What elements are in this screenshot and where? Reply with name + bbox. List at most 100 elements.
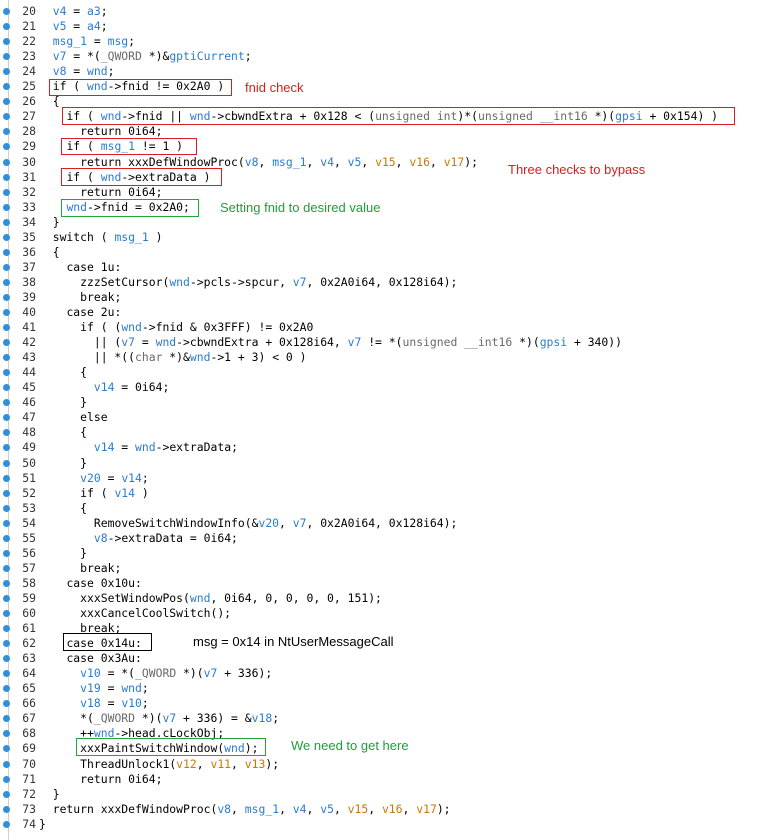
breakpoint-dot-icon[interactable] xyxy=(3,369,10,377)
code-line[interactable]: 49 v14 = wnd->extraData; xyxy=(0,440,780,455)
code-line[interactable]: 40 case 2u: xyxy=(0,305,780,320)
code-line[interactable]: 64 v10 = *(_QWORD *)(v7 + 336); xyxy=(0,666,780,681)
code-line[interactable]: 46 } xyxy=(0,395,780,410)
breakpoint-dot-icon[interactable] xyxy=(3,640,10,648)
code-line[interactable]: 63 case 0x3Au: xyxy=(0,651,780,666)
breakpoint-dot-icon[interactable] xyxy=(3,820,10,828)
breakpoint-dot-icon[interactable] xyxy=(3,384,10,392)
breakpoint-dot-icon[interactable] xyxy=(3,564,10,572)
breakpoint-dot-icon[interactable] xyxy=(3,519,10,527)
code-line[interactable]: 57 break; xyxy=(0,561,780,576)
breakpoint-dot-icon[interactable] xyxy=(3,8,10,15)
breakpoint-dot-icon[interactable] xyxy=(3,233,10,241)
code-line[interactable]: 37 case 1u: xyxy=(0,260,780,275)
breakpoint-dot-icon[interactable] xyxy=(3,23,10,31)
code-line[interactable]: 70 ThreadUnlock1(v12, v11, v13); xyxy=(0,757,780,772)
breakpoint-dot-icon[interactable] xyxy=(3,399,10,407)
code-line[interactable]: 39 break; xyxy=(0,290,780,305)
code-line[interactable]: 67 *(_QWORD *)(v7 + 336) = &v18; xyxy=(0,711,780,726)
breakpoint-dot-icon[interactable] xyxy=(3,489,10,497)
breakpoint-dot-icon[interactable] xyxy=(3,760,10,768)
line-number: 38 xyxy=(22,274,36,289)
code-line[interactable]: 51 v20 = v14; xyxy=(0,471,780,486)
code-line[interactable]: 54 RemoveSwitchWindowInfo(&v20, v7, 0x2A… xyxy=(0,516,780,531)
code-line[interactable]: 42 || (v7 = wnd->cbwndExtra + 0x128i64, … xyxy=(0,335,780,350)
breakpoint-dot-icon[interactable] xyxy=(3,579,10,587)
line-number: 61 xyxy=(22,621,36,636)
breakpoint-dot-icon[interactable] xyxy=(3,610,10,617)
code-line[interactable]: 35 switch ( msg_1 ) xyxy=(0,230,780,245)
code-line[interactable]: 72 } xyxy=(0,787,780,802)
code-line[interactable]: 48 { xyxy=(0,425,780,440)
code-line[interactable]: 65 v19 = wnd; xyxy=(0,681,780,696)
breakpoint-dot-icon[interactable] xyxy=(3,83,10,91)
code-line[interactable]: 41 if ( (wnd->fnid & 0x3FFF) != 0x2A0 xyxy=(0,320,780,335)
code-line[interactable]: 71 return 0i64; xyxy=(0,772,780,787)
breakpoint-dot-icon[interactable] xyxy=(3,700,10,708)
breakpoint-dot-icon[interactable] xyxy=(3,805,10,813)
code-line[interactable]: 52 if ( v14 ) xyxy=(0,486,780,501)
code-line[interactable]: 53 { xyxy=(0,501,780,516)
breakpoint-dot-icon[interactable] xyxy=(3,263,10,271)
breakpoint-dot-icon[interactable] xyxy=(3,534,10,542)
breakpoint-dot-icon[interactable] xyxy=(3,128,10,136)
code-line[interactable]: 22 msg_1 = msg; xyxy=(0,34,780,49)
breakpoint-dot-icon[interactable] xyxy=(3,158,10,166)
code-line[interactable]: 59 xxxSetWindowPos(wnd, 0i64, 0, 0, 0, 0… xyxy=(0,591,780,606)
code-line[interactable]: 24 v8 = wnd; xyxy=(0,64,780,79)
breakpoint-dot-icon[interactable] xyxy=(3,188,10,196)
breakpoint-dot-icon[interactable] xyxy=(3,745,10,753)
breakpoint-dot-icon[interactable] xyxy=(3,655,10,663)
code-line[interactable]: 50 } xyxy=(0,456,780,471)
breakpoint-dot-icon[interactable] xyxy=(3,414,10,422)
breakpoint-dot-icon[interactable] xyxy=(3,715,10,723)
breakpoint-dot-icon[interactable] xyxy=(3,429,10,437)
breakpoint-dot-icon[interactable] xyxy=(3,113,10,121)
breakpoint-dot-icon[interactable] xyxy=(3,730,10,738)
breakpoint-dot-icon[interactable] xyxy=(3,685,10,693)
code-line[interactable]: 43 || *((char *)&wnd->1 + 3) < 0 ) xyxy=(0,350,780,365)
code-line[interactable]: 44 { xyxy=(0,365,780,380)
code-line[interactable]: 74} xyxy=(0,817,780,832)
breakpoint-dot-icon[interactable] xyxy=(3,309,10,316)
breakpoint-dot-icon[interactable] xyxy=(3,504,10,512)
breakpoint-dot-icon[interactable] xyxy=(3,293,10,301)
breakpoint-dot-icon[interactable] xyxy=(3,38,10,46)
code-line[interactable]: 60 xxxCancelCoolSwitch(); xyxy=(0,606,780,621)
breakpoint-dot-icon[interactable] xyxy=(3,248,10,256)
code-line[interactable]: 56 } xyxy=(0,546,780,561)
code-line[interactable]: 32 return 0i64; xyxy=(0,185,780,200)
breakpoint-dot-icon[interactable] xyxy=(3,549,10,557)
breakpoint-dot-icon[interactable] xyxy=(3,474,10,482)
breakpoint-dot-icon[interactable] xyxy=(3,339,10,347)
breakpoint-dot-icon[interactable] xyxy=(3,203,10,211)
code-line[interactable]: 66 v18 = v10; xyxy=(0,696,780,711)
code-text: RemoveSwitchWindowInfo(&v20, v7, 0x2A0i6… xyxy=(93,515,458,530)
breakpoint-dot-icon[interactable] xyxy=(3,670,10,678)
breakpoint-dot-icon[interactable] xyxy=(3,625,10,633)
breakpoint-dot-icon[interactable] xyxy=(3,218,10,226)
breakpoint-dot-icon[interactable] xyxy=(3,98,10,106)
code-line[interactable]: 47 else xyxy=(0,410,780,425)
breakpoint-dot-icon[interactable] xyxy=(3,444,10,452)
code-line[interactable]: 45 v14 = 0i64; xyxy=(0,380,780,395)
breakpoint-dot-icon[interactable] xyxy=(3,143,10,151)
code-line[interactable]: 55 v8->extraData = 0i64; xyxy=(0,531,780,546)
code-line[interactable]: 73 return xxxDefWindowProc(v8, msg_1, v4… xyxy=(0,802,780,817)
breakpoint-dot-icon[interactable] xyxy=(3,354,10,362)
breakpoint-dot-icon[interactable] xyxy=(3,324,10,332)
breakpoint-dot-icon[interactable] xyxy=(3,173,10,181)
code-line[interactable]: 20 v4 = a3; xyxy=(0,4,780,19)
breakpoint-dot-icon[interactable] xyxy=(3,278,10,286)
breakpoint-dot-icon[interactable] xyxy=(3,68,10,76)
breakpoint-dot-icon[interactable] xyxy=(3,790,10,798)
breakpoint-dot-icon[interactable] xyxy=(3,53,10,61)
code-line[interactable]: 36 { xyxy=(0,245,780,260)
breakpoint-dot-icon[interactable] xyxy=(3,459,10,467)
breakpoint-dot-icon[interactable] xyxy=(3,594,10,602)
code-line[interactable]: 23 v7 = *(_QWORD *)&gptiCurrent; xyxy=(0,49,780,64)
code-line[interactable]: 38 zzzSetCursor(wnd->pcls->spcur, v7, 0x… xyxy=(0,275,780,290)
breakpoint-dot-icon[interactable] xyxy=(3,775,10,783)
code-line[interactable]: 58 case 0x10u: xyxy=(0,576,780,591)
code-line[interactable]: 21 v5 = a4; xyxy=(0,19,780,34)
